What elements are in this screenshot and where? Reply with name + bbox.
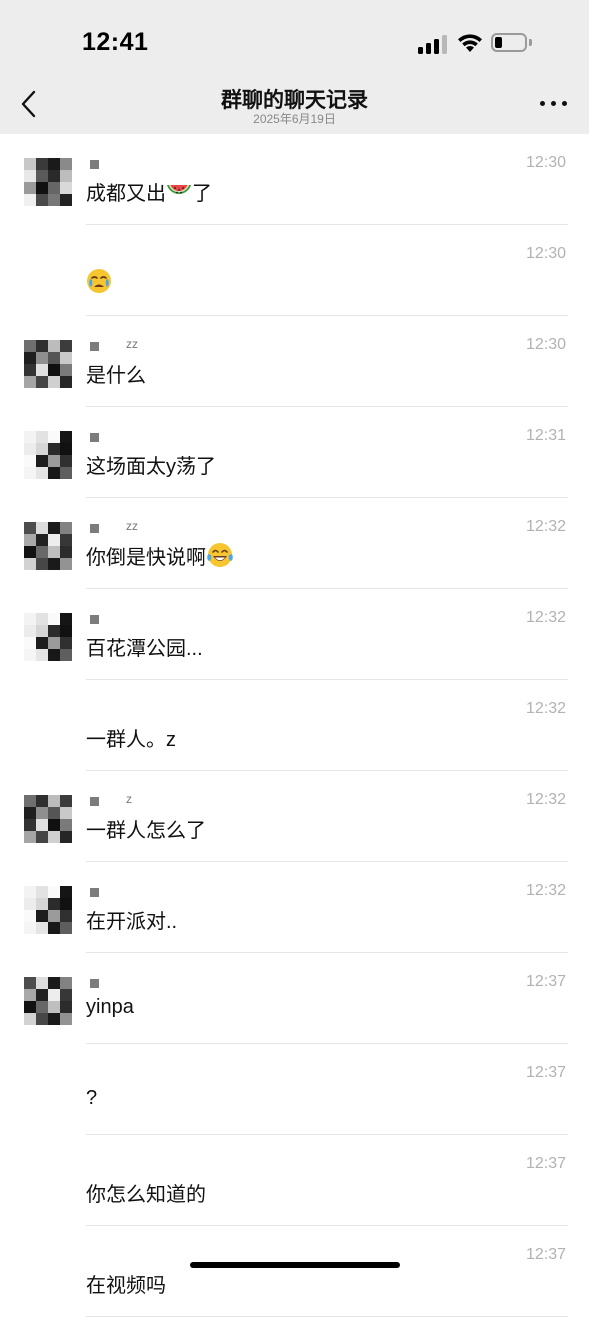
message-item[interactable]: 12:32 百花潭公园...	[0, 589, 589, 680]
message-text	[86, 268, 112, 296]
message-time: 12:30	[525, 336, 566, 353]
message-time: 12:32	[525, 791, 566, 808]
message-text: ?	[86, 1087, 98, 1109]
message-text: 一群人。z	[86, 729, 176, 751]
message-text: 你怎么知道的	[86, 1184, 206, 1206]
message-item[interactable]: 12:32 在开派对..	[0, 862, 589, 953]
message-time: 12:37	[525, 1155, 566, 1172]
sender-name-suffix: zz	[126, 337, 138, 351]
avatar[interactable]	[24, 158, 72, 206]
message-time: 12:32	[525, 700, 566, 717]
battery-level	[495, 37, 502, 48]
avatar[interactable]	[24, 431, 72, 479]
sender-name: zz	[88, 519, 168, 536]
avatar[interactable]	[24, 522, 72, 570]
tears-of-joy-emoji-icon	[207, 543, 233, 567]
message-item[interactable]: 12:30 成都又出了	[0, 134, 589, 225]
message-time: 12:30	[525, 245, 566, 262]
sender-name	[88, 431, 168, 445]
message-time: 12:32	[525, 882, 566, 899]
message-item[interactable]: 12:37 你怎么知道的	[0, 1135, 589, 1226]
avatar[interactable]	[24, 977, 72, 1025]
message-text: 你倒是快说啊	[86, 541, 234, 570]
message-time: 12:32	[525, 609, 566, 626]
home-indicator[interactable]	[190, 1262, 400, 1268]
battery-icon	[491, 33, 527, 52]
watermelon-emoji-icon	[167, 185, 191, 194]
nav-header: 12:41 群聊的聊天记录 2025年6月19日	[0, 0, 589, 134]
message-text: 百花潭公园...	[86, 638, 203, 660]
message-item[interactable]: 12:32 一群人。z	[0, 680, 589, 771]
message-time: 12:31	[525, 427, 566, 444]
sender-name	[88, 886, 168, 900]
message-time: 12:37	[525, 1064, 566, 1081]
message-item[interactable]: z 12:32 一群人怎么了	[0, 771, 589, 862]
avatar[interactable]	[24, 613, 72, 661]
sender-name	[88, 613, 168, 627]
avatar[interactable]	[24, 340, 72, 388]
message-text: yinpa	[86, 996, 134, 1018]
message-item[interactable]: zz 12:32 你倒是快说啊	[0, 498, 589, 589]
avatar[interactable]	[24, 795, 72, 843]
message-time: 12:37	[525, 973, 566, 990]
crying-face-emoji-icon	[87, 269, 111, 293]
message-text: 这场面太y荡了	[86, 456, 216, 478]
message-text: 在开派对..	[86, 911, 178, 933]
message-time: 12:30	[525, 154, 566, 171]
sender-name	[88, 158, 168, 172]
message-text: 是什么	[86, 365, 146, 387]
message-text: 成都又出了	[86, 177, 212, 206]
message-time: 12:32	[525, 518, 566, 535]
message-text: 一群人怎么了	[86, 820, 206, 842]
battery-tip	[529, 39, 532, 46]
message-item[interactable]: 12:30	[0, 225, 589, 316]
sender-name: z	[88, 792, 168, 809]
message-item[interactable]: 12:37 在视频吗	[0, 1226, 589, 1317]
avatar[interactable]	[24, 886, 72, 934]
sender-name-suffix: z	[126, 792, 132, 806]
sender-name-suffix: zz	[126, 519, 138, 533]
sender-name: zz	[88, 337, 168, 354]
sender-name	[88, 977, 168, 991]
message-list[interactable]: 12:30 成都又出了 12:30 zz 12:30 是什么 12:31 这场面太y荡了 zz 1…	[0, 134, 589, 1317]
message-item[interactable]: zz 12:30 是什么	[0, 316, 589, 407]
page-date: 2025年6月19日	[253, 112, 336, 126]
message-item[interactable]: 12:37 yinpa	[0, 953, 589, 1044]
message-item[interactable]: 12:37?	[0, 1044, 589, 1135]
cellular-signal-icon	[418, 34, 448, 54]
message-text: 在视频吗	[86, 1275, 166, 1297]
status-time: 12:41	[82, 28, 149, 56]
message-time: 12:37	[525, 1246, 566, 1263]
message-item[interactable]: 12:31 这场面太y荡了	[0, 407, 589, 498]
more-button[interactable]	[534, 92, 574, 116]
wifi-icon	[458, 34, 482, 52]
